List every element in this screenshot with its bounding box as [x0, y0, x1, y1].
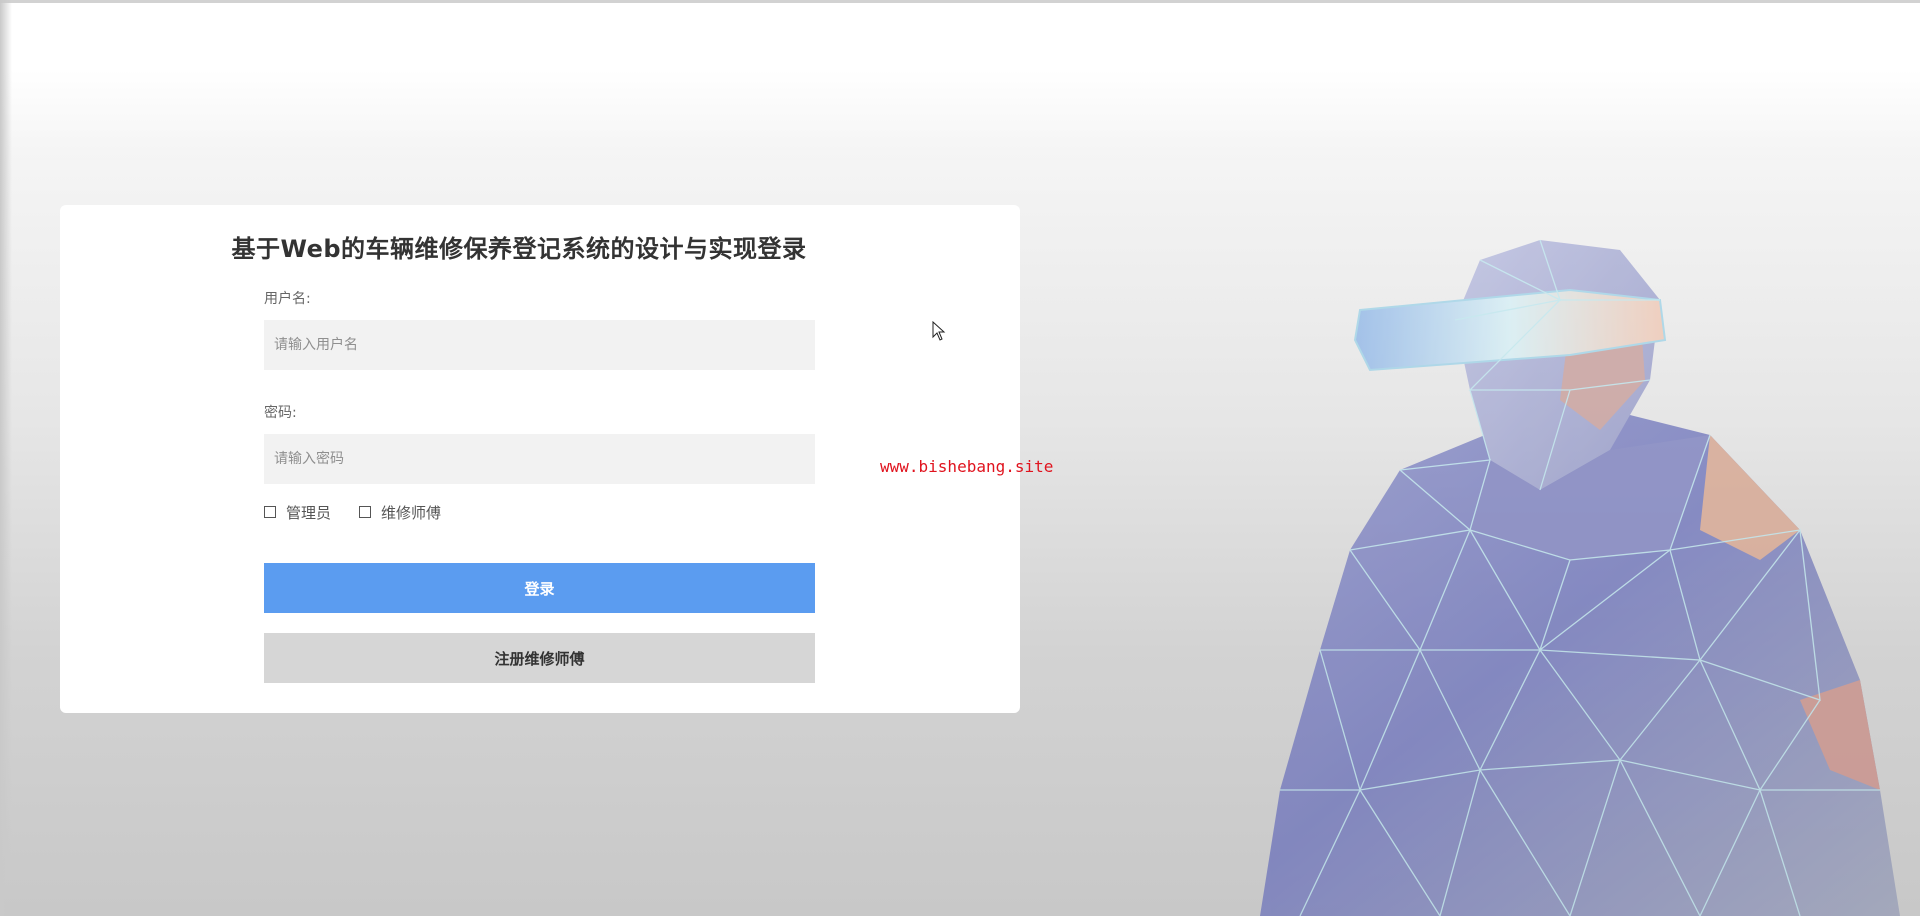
vr-figure-illustration: [1260, 239, 1900, 916]
role-label-mechanic: 维修师傅: [381, 503, 442, 522]
login-page: 基于Web的车辆维修保养登记系统的设计与实现登录 用户名: 密码: 管理员 维修…: [0, 0, 1920, 916]
login-card: 基于Web的车辆维修保养登记系统的设计与实现登录 用户名: 密码: 管理员 维修…: [60, 205, 1020, 713]
page-title: 基于Web的车辆维修保养登记系统的设计与实现登录: [231, 235, 807, 263]
username-label: 用户名:: [264, 291, 311, 307]
password-label: 密码:: [264, 405, 297, 421]
watermark-link: www.bishebang.site: [880, 457, 1054, 476]
username-input[interactable]: [264, 320, 815, 370]
role-selector: 管理员 维修师傅: [264, 502, 469, 522]
checkbox-unchecked-icon[interactable]: [264, 506, 276, 518]
window-left-edge: [0, 0, 12, 916]
register-mechanic-button[interactable]: 注册维修师傅: [264, 633, 815, 683]
mouse-pointer-icon: [932, 321, 946, 341]
role-label-admin: 管理员: [286, 503, 332, 522]
role-option-mechanic[interactable]: 维修师傅: [359, 502, 441, 523]
role-option-admin[interactable]: 管理员: [264, 502, 331, 523]
login-button[interactable]: 登录: [264, 563, 815, 613]
checkbox-unchecked-icon[interactable]: [359, 506, 372, 518]
password-input[interactable]: [264, 434, 815, 484]
window-top-edge: [0, 0, 1920, 3]
